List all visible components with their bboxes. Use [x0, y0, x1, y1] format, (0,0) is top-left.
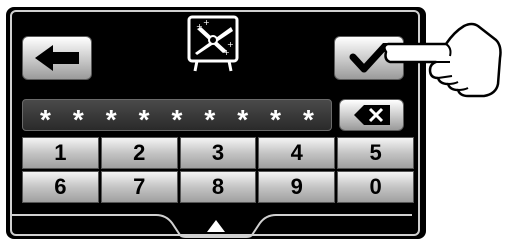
- bottom-tab-bar: [6, 209, 416, 239]
- password-field[interactable]: * * * * * * * * *: [22, 99, 332, 135]
- svg-text:+: +: [196, 22, 203, 31]
- arrow-left-icon: [35, 45, 79, 71]
- key-1[interactable]: 1: [22, 137, 99, 169]
- masked-char: *: [171, 104, 183, 135]
- device-screen: + + + + * * * * * * * * * 1 2 3 4 5 6 7 …: [6, 7, 426, 239]
- app-icon: + + + +: [187, 15, 239, 75]
- key-3[interactable]: 3: [179, 137, 257, 169]
- masked-char: *: [138, 104, 150, 135]
- masked-char: *: [204, 104, 216, 135]
- svg-text:+: +: [203, 18, 210, 27]
- knife-sharpening-icon: + + + +: [187, 15, 239, 72]
- key-4[interactable]: 4: [258, 137, 336, 169]
- delete-button[interactable]: [339, 99, 404, 131]
- triangle-up-icon: [207, 220, 225, 232]
- key-6[interactable]: 6: [22, 171, 99, 203]
- svg-text:+: +: [227, 40, 234, 49]
- masked-char: *: [105, 104, 117, 135]
- expand-button[interactable]: [182, 215, 250, 237]
- key-8[interactable]: 8: [179, 171, 257, 203]
- svg-text:+: +: [223, 48, 230, 57]
- key-7[interactable]: 7: [100, 171, 178, 203]
- masked-char: *: [39, 104, 51, 135]
- backspace-icon: [353, 105, 390, 125]
- key-9[interactable]: 9: [258, 171, 336, 203]
- back-button[interactable]: [22, 36, 92, 80]
- key-5[interactable]: 5: [337, 137, 414, 169]
- key-0[interactable]: 0: [337, 171, 414, 203]
- masked-char: *: [270, 104, 282, 135]
- numeric-keypad: 1 2 3 4 5 6 7 8 9 0: [22, 137, 414, 203]
- masked-char: *: [72, 104, 84, 135]
- masked-char: *: [237, 104, 249, 135]
- key-2[interactable]: 2: [100, 137, 178, 169]
- masked-char: *: [302, 104, 314, 135]
- pointing-hand-icon: [380, 18, 504, 100]
